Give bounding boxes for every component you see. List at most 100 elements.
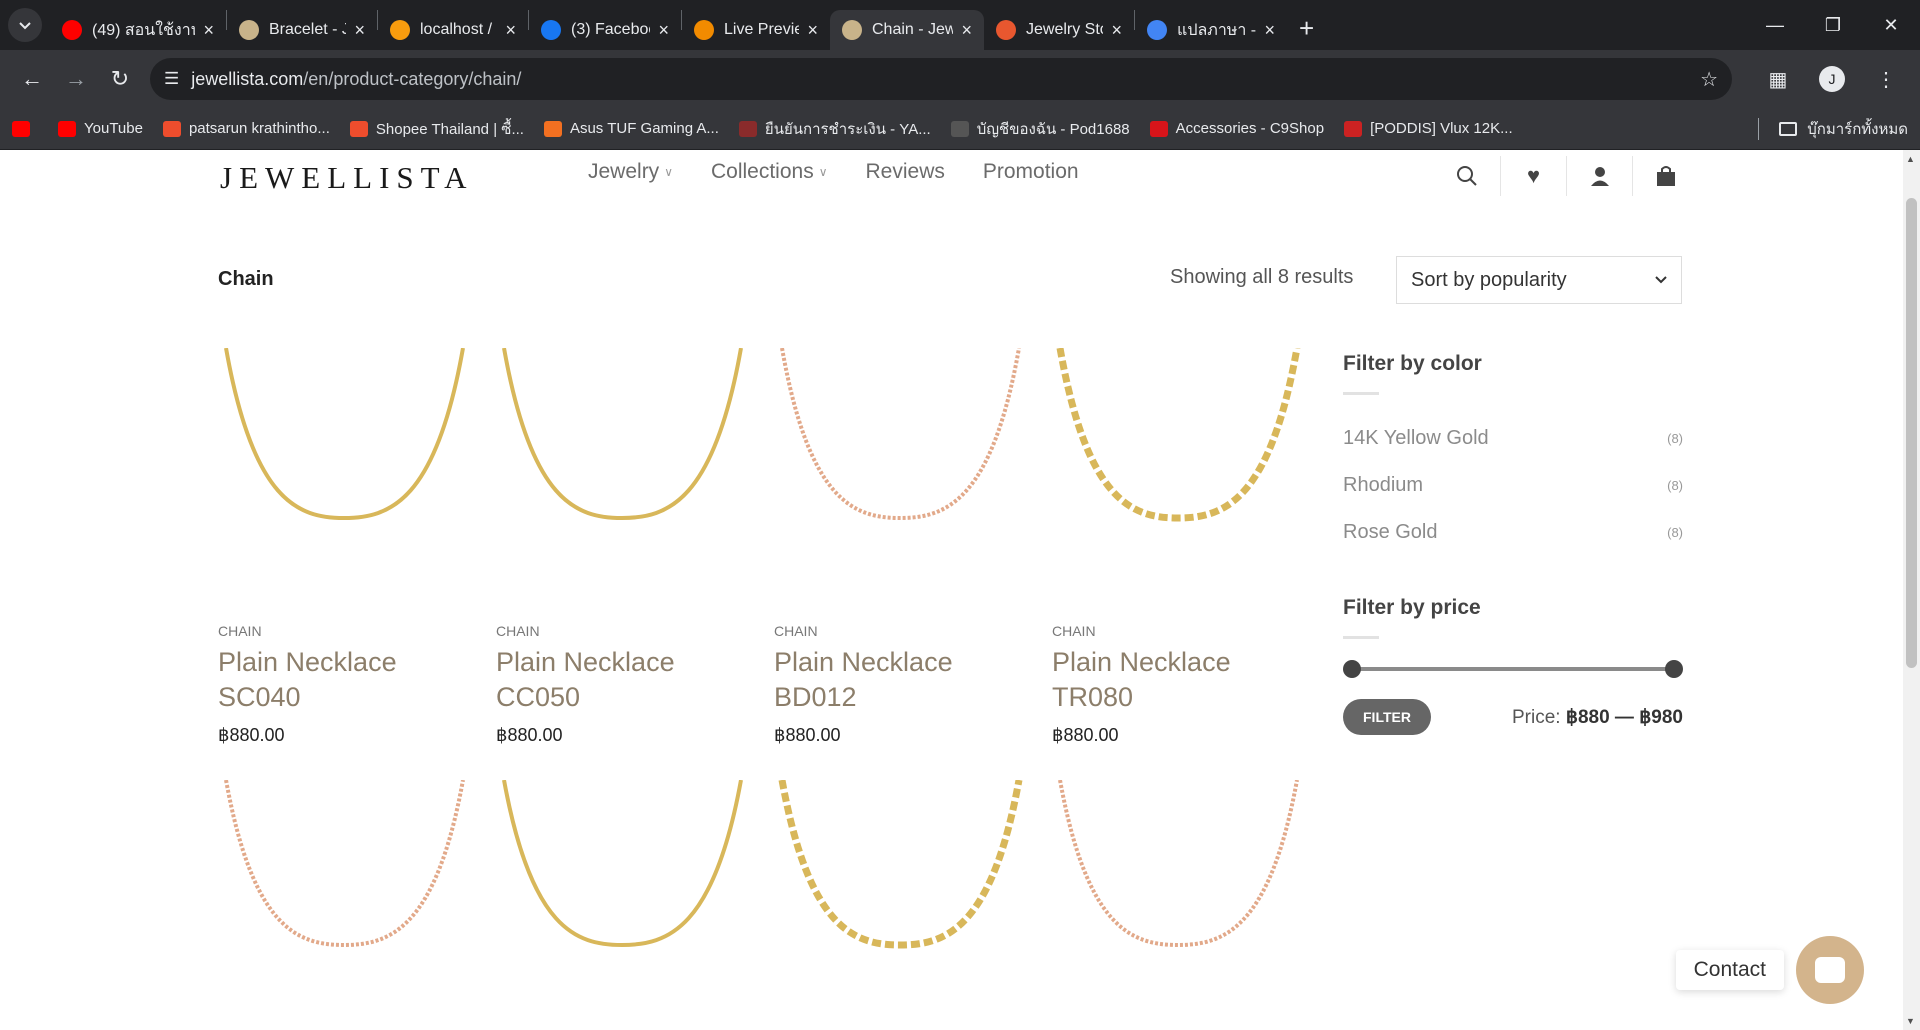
back-button[interactable]: ← (12, 59, 52, 99)
browser-tab[interactable]: Jewelry Store × (984, 10, 1134, 50)
bookmark-item[interactable]: Asus TUF Gaming A... (543, 120, 719, 137)
tab-search-button[interactable] (8, 8, 42, 42)
bookmark-item[interactable]: YouTube (58, 120, 143, 137)
product-card[interactable]: CHAIN Plain Necklace CC050 ฿880.00 (496, 348, 749, 778)
all-bookmarks[interactable]: บุ๊กมาร์กทั้งหมด (1758, 117, 1908, 141)
price-slider-min-handle[interactable] (1343, 660, 1361, 678)
menu-icon[interactable]: ⋮ (1864, 59, 1908, 99)
tab-close-icon[interactable]: × (807, 20, 818, 41)
product-category[interactable]: CHAIN (496, 623, 749, 639)
account-user-icon[interactable] (1566, 156, 1632, 196)
nav-item-collections[interactable]: Collections ∨ (711, 160, 828, 184)
product-card[interactable]: CHAIN Plain Necklace BD012 ฿880.00 (774, 348, 1027, 778)
product-name[interactable]: Plain Necklace CC050 (496, 645, 749, 715)
product-card[interactable] (774, 780, 1027, 1030)
sort-select[interactable]: Sort by popularity (1396, 256, 1682, 304)
contact-label[interactable]: Contact (1675, 950, 1784, 990)
tab-close-icon[interactable]: × (961, 20, 972, 41)
tab-close-icon[interactable]: × (658, 20, 669, 41)
search-icon[interactable] (1434, 156, 1500, 196)
scrollbar-thumb[interactable] (1906, 198, 1917, 668)
bookmark-star-icon[interactable]: ☆ (1700, 67, 1718, 92)
browser-tab[interactable]: Live Preview Jew × (682, 10, 830, 50)
bookmark-item[interactable]: [PODDIS] Vlux 12K... (1344, 120, 1513, 137)
color-filter-label[interactable]: Rhodium (1343, 474, 1423, 497)
new-tab-button[interactable]: + (1299, 13, 1314, 44)
product-image[interactable] (218, 348, 471, 603)
contact-widget[interactable]: Contact (1675, 936, 1864, 1004)
product-image[interactable] (774, 348, 1027, 603)
price-slider[interactable] (1343, 659, 1683, 679)
browser-tab[interactable]: แปลภาษา - ค้นหาด้วย × (1135, 10, 1287, 50)
forward-button[interactable]: → (56, 59, 96, 99)
wishlist-heart-icon[interactable]: ♥ (1500, 156, 1566, 196)
tab-close-icon[interactable]: × (505, 20, 516, 41)
nav-item-jewelry[interactable]: Jewelry ∨ (588, 160, 673, 184)
nav-item-reviews[interactable]: Reviews (866, 160, 945, 184)
price-slider-max-handle[interactable] (1665, 660, 1683, 678)
scroll-up-arrow-icon[interactable]: ▲ (1906, 154, 1915, 164)
bookmark-item[interactable]: Shopee Thailand | ซื้... (349, 117, 524, 141)
cart-bag-icon[interactable] (1632, 156, 1698, 196)
browser-tab[interactable]: (3) Facebook × (529, 10, 681, 50)
bookmark-item[interactable]: ยืนยันการชำระเงิน - YA... (738, 117, 931, 141)
product-name[interactable]: Plain Necklace TR080 (1052, 645, 1305, 715)
bookmark-item[interactable]: บัญชีของฉัน - Pod1688 (950, 117, 1130, 141)
reload-button[interactable]: ↻ (100, 59, 140, 99)
bookmark-favicon-icon (543, 120, 562, 137)
chat-bubble-icon[interactable] (1796, 936, 1864, 1004)
url-text[interactable]: jewellista.com/en/product-category/chain… (191, 69, 1700, 90)
product-image[interactable] (496, 780, 749, 1030)
browser-tab[interactable]: (49) สอนใช้งาน Git × (50, 10, 226, 50)
header-icons: ♥ (1434, 156, 1698, 196)
profile-button[interactable]: J (1810, 59, 1854, 99)
bookmark-favicon-icon (349, 120, 368, 137)
browser-tab[interactable]: Chain - Jewellista × (830, 10, 984, 50)
site-info-icon[interactable]: ☰ (164, 69, 179, 89)
product-image[interactable] (1052, 348, 1305, 603)
scroll-down-arrow-icon[interactable]: ▼ (1906, 1016, 1915, 1026)
tab-close-icon[interactable]: × (1264, 20, 1275, 41)
product-card[interactable]: CHAIN Plain Necklace SC040 ฿880.00 (218, 348, 471, 778)
page-scrollbar[interactable]: ▲ ▼ (1903, 150, 1920, 1030)
color-filter-item[interactable]: Rose Gold (8) (1343, 509, 1683, 556)
product-grid: CHAIN Plain Necklace SC040 ฿880.00 CHAIN Pla… (218, 348, 1305, 778)
product-card[interactable]: CHAIN Plain Necklace TR080 ฿880.00 (1052, 348, 1305, 778)
product-card[interactable] (218, 780, 471, 1030)
tab-close-icon[interactable]: × (203, 20, 214, 41)
bookmark-item[interactable]: Accessories - C9Shop (1149, 120, 1324, 137)
bookmark-item[interactable] (12, 120, 38, 137)
product-image[interactable] (1052, 780, 1305, 1030)
site-logo[interactable]: JEWELLISTA (220, 160, 473, 196)
tab-close-icon[interactable]: × (354, 20, 365, 41)
product-category[interactable]: CHAIN (1052, 623, 1305, 639)
nav-item-promotion[interactable]: Promotion (983, 160, 1079, 184)
product-card[interactable] (1052, 780, 1305, 1030)
close-window-button[interactable]: ✕ (1862, 0, 1920, 50)
bookmark-item[interactable]: patsarun krathintho... (162, 120, 330, 137)
color-filter-item[interactable]: 14K Yellow Gold (8) (1343, 415, 1683, 462)
tab-close-icon[interactable]: × (1111, 20, 1122, 41)
browser-tab[interactable]: Bracelet - Jewelli × (227, 10, 377, 50)
filter-button[interactable]: FILTER (1343, 699, 1431, 735)
restore-button[interactable]: ❐ (1804, 0, 1862, 50)
color-filter-item[interactable]: Rhodium (8) (1343, 462, 1683, 509)
product-image[interactable] (218, 780, 471, 1030)
filter-price-heading: Filter by price (1343, 596, 1481, 619)
extensions-icon[interactable]: ▦ (1756, 59, 1800, 99)
price-slider-track (1351, 667, 1675, 671)
product-category[interactable]: CHAIN (218, 623, 471, 639)
bookmark-label: บัญชีของฉัน - Pod1688 (976, 120, 1130, 138)
color-filter-label[interactable]: 14K Yellow Gold (1343, 427, 1489, 450)
product-name[interactable]: Plain Necklace SC040 (218, 645, 471, 715)
minimize-button[interactable]: — (1746, 0, 1804, 50)
product-name[interactable]: Plain Necklace BD012 (774, 645, 1027, 715)
product-image[interactable] (774, 780, 1027, 1030)
color-filter-label[interactable]: Rose Gold (1343, 521, 1438, 544)
product-category[interactable]: CHAIN (774, 623, 1027, 639)
product-image[interactable] (496, 348, 749, 603)
product-card[interactable] (496, 780, 749, 1030)
browser-chrome: (49) สอนใช้งาน Git×Bracelet - Jewelli×lo… (0, 0, 1920, 150)
browser-tab[interactable]: localhost / 127.0 × (378, 10, 528, 50)
address-bar[interactable]: ☰ jewellista.com/en/product-category/cha… (150, 58, 1732, 100)
